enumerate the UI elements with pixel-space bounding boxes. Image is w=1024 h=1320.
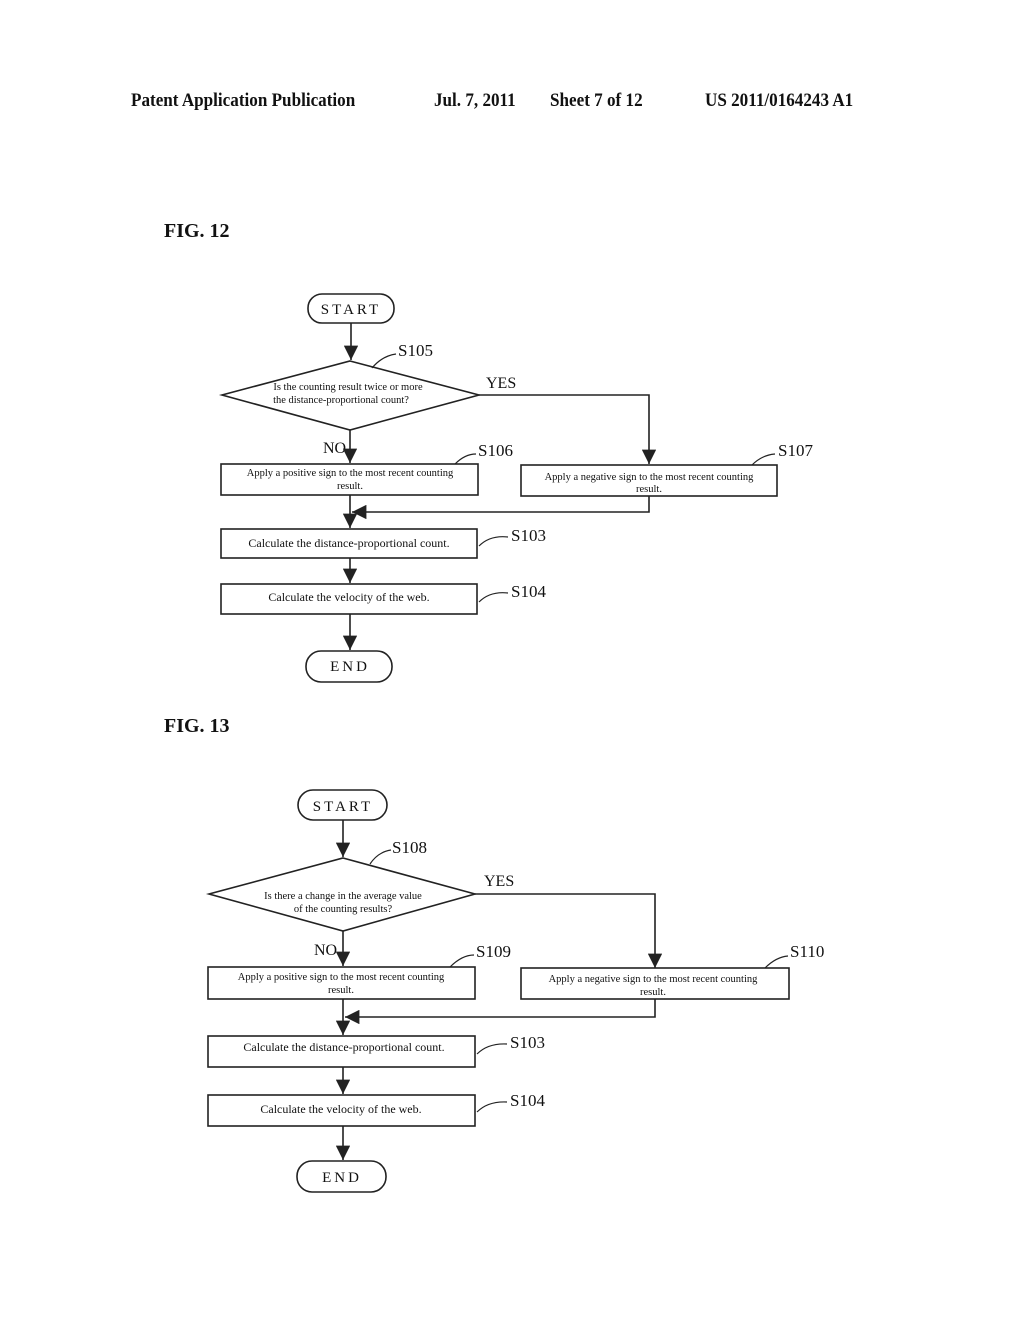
- process-text-line1: Apply a negative sign to the most recent…: [549, 974, 759, 985]
- step-leader: [449, 954, 475, 968]
- decision-diamond: Is there a change in the average value o…: [205, 857, 479, 932]
- step-label: S103: [510, 1033, 545, 1052]
- step-label: S104: [510, 1091, 545, 1110]
- decision-text-line1: Is there a change in the average value: [264, 891, 422, 902]
- end-terminal: END: [296, 1160, 387, 1193]
- process-text-line2: result.: [640, 987, 666, 998]
- step-leader: [476, 1101, 508, 1113]
- process-box-calc-count: Calculate the distance-proportional coun…: [207, 1035, 476, 1068]
- step-label: S109: [476, 942, 511, 961]
- process-text: Calculate the velocity of the web.: [260, 1102, 421, 1116]
- process-box-positive-sign: Apply a positive sign to the most recent…: [207, 966, 476, 1000]
- process-box-calc-velocity: Calculate the velocity of the web.: [207, 1094, 476, 1127]
- flowchart-fig13: START Is there a change in the average v…: [205, 789, 824, 1193]
- step-leader: [764, 955, 789, 969]
- process-box-negative-sign: Apply a negative sign to the most recent…: [520, 967, 790, 1000]
- step-leader: [369, 849, 392, 865]
- decision-text-line2: of the counting results?: [294, 904, 393, 915]
- start-label: START: [313, 799, 373, 815]
- process-text-line2: result.: [328, 985, 354, 996]
- merge-arrow: [345, 999, 656, 1025]
- process-text-line1: Apply a positive sign to the most recent…: [238, 972, 445, 983]
- step-leader: [476, 1043, 508, 1055]
- start-terminal: START: [297, 789, 388, 821]
- end-label: END: [322, 1170, 362, 1186]
- process-text: Calculate the distance-proportional coun…: [243, 1040, 444, 1054]
- step-label: S110: [790, 942, 824, 961]
- no-label: NO: [314, 942, 337, 959]
- step-label: S108: [392, 838, 427, 857]
- yes-label: YES: [484, 873, 514, 890]
